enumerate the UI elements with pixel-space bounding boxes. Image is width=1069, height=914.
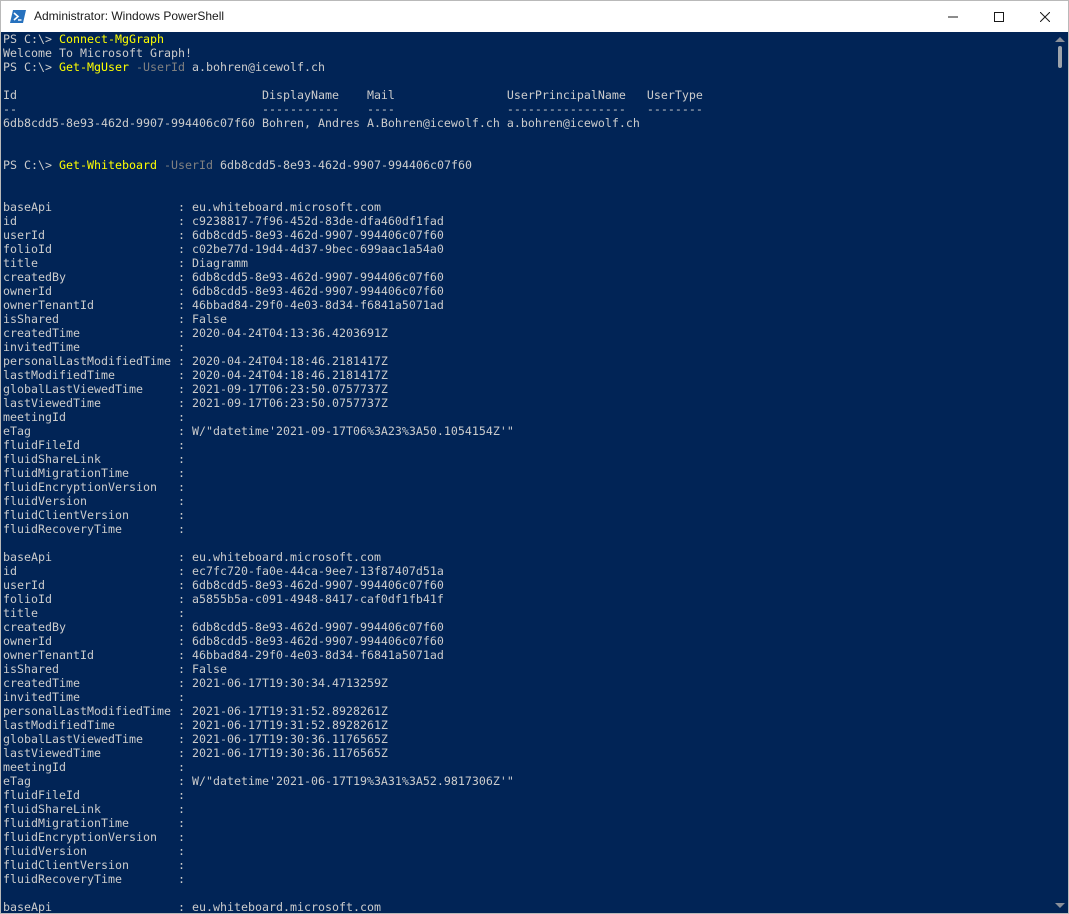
console-output[interactable]: PS C:\> Connect-MgGraph Welcome To Micro… [1, 32, 1052, 914]
whiteboard-property-line: folioId : c02be77d-19d4-4d37-9bec-699aac… [3, 242, 444, 256]
argument: 6db8cdd5-8e93-462d-9907-994406c07f60 [219, 158, 472, 172]
whiteboard-property-line: invitedTime : [3, 340, 185, 354]
close-icon [1040, 11, 1050, 22]
scroll-thumb[interactable] [1058, 46, 1062, 68]
whiteboard-property-line: eTag : W/"datetime'2021-09-17T06%3A23%3A… [3, 424, 514, 438]
whiteboard-property-line: lastModifiedTime : 2021-06-17T19:31:52.8… [3, 718, 388, 732]
table-separator: -- ----------- ---- ----------------- --… [3, 102, 703, 116]
maximize-icon [994, 11, 1004, 22]
whiteboard-property-line: folioId : a5855b5a-c091-4948-8417-caf0df… [3, 592, 444, 606]
whiteboard-property-line: createdBy : 6db8cdd5-8e93-462d-9907-9944… [3, 620, 444, 634]
whiteboard-property-line: fluidEncryptionVersion : [3, 830, 185, 844]
whiteboard-property-line: globalLastViewedTime : 2021-06-17T19:30:… [3, 732, 388, 746]
whiteboard-property-line: fluidRecoveryTime : [3, 872, 185, 886]
whiteboard-property-line: ownerId : 6db8cdd5-8e93-462d-9907-994406… [3, 284, 444, 298]
prompt: PS C:\> [3, 32, 59, 46]
whiteboard-property-line: lastModifiedTime : 2020-04-24T04:18:46.2… [3, 368, 388, 382]
whiteboard-property-line: lastViewedTime : 2021-09-17T06:23:50.075… [3, 396, 388, 410]
minimize-button[interactable] [930, 1, 976, 32]
whiteboard-property-line: baseApi : eu.whiteboard.microsoft.com [3, 900, 381, 914]
whiteboard-property-line: fluidFileId : [3, 438, 185, 452]
whiteboard-property-line: fluidMigrationTime : [3, 466, 185, 480]
whiteboard-property-line: ownerId : 6db8cdd5-8e93-462d-9907-994406… [3, 634, 444, 648]
whiteboard-property-line: lastViewedTime : 2021-06-17T19:30:36.117… [3, 746, 388, 760]
scroll-down-icon[interactable] [1055, 903, 1065, 908]
whiteboard-property-line: fluidRecoveryTime : [3, 522, 185, 536]
whiteboard-property-line: id : c9238817-7f96-452d-83de-dfa460df1fa… [3, 214, 444, 228]
prompt: PS C:\> [3, 158, 59, 172]
maximize-button[interactable] [976, 1, 1022, 32]
close-button[interactable] [1022, 1, 1068, 32]
whiteboard-property-line: createdTime : 2021-06-17T19:30:34.471325… [3, 676, 388, 690]
whiteboard-property-line: ownerTenantId : 46bbad84-29f0-4e03-8d34-… [3, 298, 444, 312]
whiteboard-property-line: fluidClientVersion : [3, 858, 185, 872]
scroll-up-icon[interactable] [1055, 37, 1065, 42]
powershell-window: Administrator: Windows PowerShell PS C:\… [0, 0, 1069, 914]
whiteboard-property-line: title : [3, 606, 185, 620]
whiteboard-property-line: baseApi : eu.whiteboard.microsoft.com [3, 200, 381, 214]
whiteboard-property-line: fluidShareLink : [3, 802, 185, 816]
window-title: Administrator: Windows PowerShell [34, 9, 225, 23]
whiteboard-property-line: fluidShareLink : [3, 452, 185, 466]
command: Get-Whiteboard [59, 158, 157, 172]
whiteboard-property-line: ownerTenantId : 46bbad84-29f0-4e03-8d34-… [3, 648, 444, 662]
whiteboard-property-line: isShared : False [3, 312, 227, 326]
prompt: PS C:\> [3, 60, 59, 74]
whiteboard-property-line: userId : 6db8cdd5-8e93-462d-9907-994406c… [3, 228, 444, 242]
whiteboard-property-line: createdTime : 2020-04-24T04:13:36.420369… [3, 326, 388, 340]
parameter: -UserId [163, 158, 213, 172]
whiteboard-property-line: invitedTime : [3, 690, 185, 704]
whiteboard-property-line: baseApi : eu.whiteboard.microsoft.com [3, 550, 381, 564]
whiteboard-property-line: userId : 6db8cdd5-8e93-462d-9907-994406c… [3, 578, 444, 592]
whiteboard-property-line: isShared : False [3, 662, 227, 676]
output-line: Welcome To Microsoft Graph! [3, 46, 192, 60]
prompt-line: PS C:\> Get-Whiteboard -UserId 6db8cdd5-… [3, 158, 472, 172]
whiteboard-property-line: meetingId : [3, 410, 185, 424]
command: Get-MgUser [59, 60, 129, 74]
whiteboard-property-line: globalLastViewedTime : 2021-09-17T06:23:… [3, 382, 388, 396]
whiteboard-property-line: eTag : W/"datetime'2021-06-17T19%3A31%3A… [3, 774, 514, 788]
whiteboard-property-line: fluidClientVersion : [3, 508, 185, 522]
whiteboard-property-line: id : ec7fc720-fa0e-44ca-9ee7-13f87407d51… [3, 564, 444, 578]
whiteboard-property-line: meetingId : [3, 760, 185, 774]
title-bar[interactable]: Administrator: Windows PowerShell [1, 1, 1068, 32]
whiteboard-property-line: fluidEncryptionVersion : [3, 480, 185, 494]
whiteboard-property-line: fluidVersion : [3, 494, 185, 508]
whiteboard-property-line: fluidVersion : [3, 844, 185, 858]
parameter: -UserId [136, 60, 185, 74]
whiteboard-property-line: personalLastModifiedTime : 2020-04-24T04… [3, 354, 388, 368]
table-row: 6db8cdd5-8e93-462d-9907-994406c07f60 Boh… [3, 116, 640, 130]
powershell-icon [10, 10, 26, 23]
whiteboard-property-line: createdBy : 6db8cdd5-8e93-462d-9907-9944… [3, 270, 444, 284]
command: Connect-MgGraph [59, 32, 164, 46]
prompt-line: PS C:\> Get-MgUser -UserId a.bohren@icew… [3, 60, 325, 74]
whiteboard-property-line: title : Diagramm [3, 256, 248, 270]
table-header: Id DisplayName Mail UserPrincipalName Us… [3, 88, 703, 102]
argument: a.bohren@icewolf.ch [192, 60, 325, 74]
prompt-line: PS C:\> Connect-MgGraph [3, 32, 164, 46]
whiteboard-property-line: personalLastModifiedTime : 2021-06-17T19… [3, 704, 388, 718]
whiteboard-property-line: fluidMigrationTime : [3, 816, 185, 830]
whiteboard-property-line: fluidFileId : [3, 788, 185, 802]
vertical-scrollbar[interactable] [1052, 32, 1068, 913]
minimize-icon [948, 16, 958, 17]
